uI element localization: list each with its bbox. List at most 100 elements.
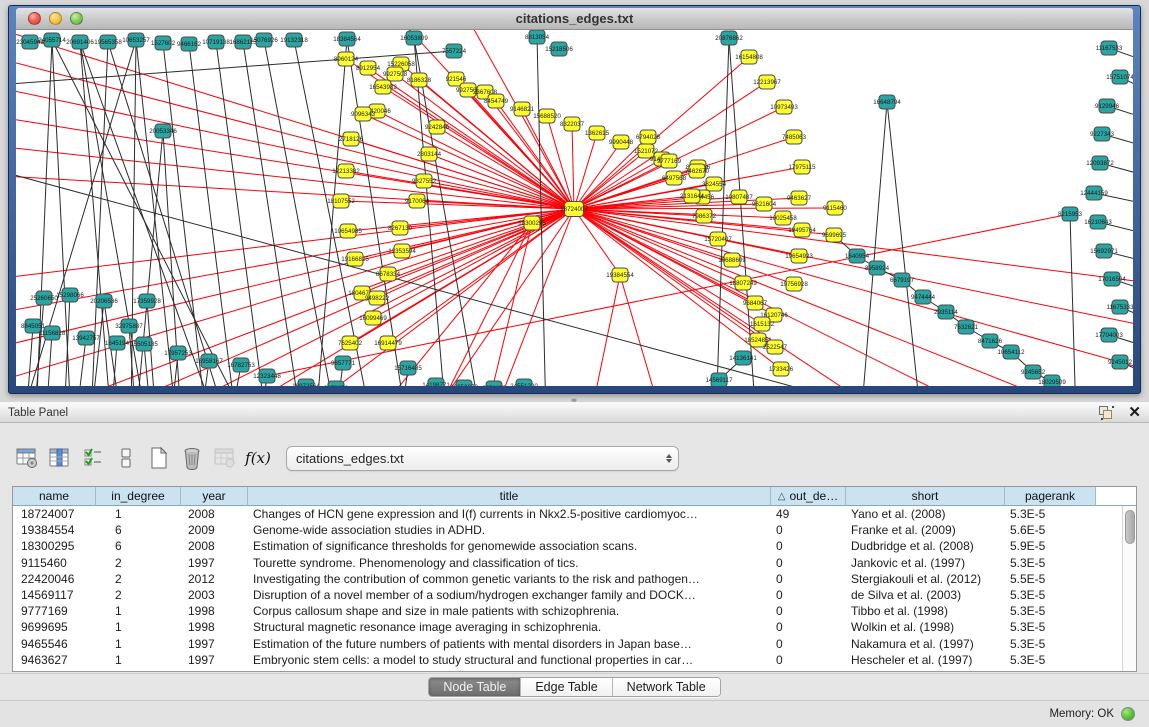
graph-node[interactable]: 12323448 [253, 369, 281, 383]
graph-node[interactable]: 8215953 [1058, 207, 1083, 221]
graph-node[interactable]: 11675333 [1106, 300, 1133, 314]
close-panel-icon[interactable]: ✕ [1128, 406, 1141, 420]
graph-node[interactable]: 20206536 [90, 294, 118, 308]
network-canvas[interactable]: 2304594324055714206914061956535810653257… [16, 30, 1133, 386]
graph-edge[interactable] [1070, 214, 1076, 386]
function-builder-icon[interactable]: f(x) [246, 446, 270, 470]
graph-node[interactable]: 9170063 [405, 194, 430, 208]
graph-edge[interactable] [716, 38, 729, 386]
graph-node[interactable]: 18384564 [333, 32, 361, 46]
table-row[interactable]: 946362711997Embryonic stem cells: a mode… [13, 652, 1136, 668]
graph-node[interactable]: 16210643 [1084, 215, 1112, 229]
table-mode-icon[interactable] [15, 446, 39, 470]
new-table-icon[interactable] [147, 446, 171, 470]
graph-node[interactable]: 17359928 [133, 294, 161, 308]
graph-node[interactable]: 9227343 [1090, 127, 1115, 141]
column-header-name[interactable]: name [13, 487, 96, 506]
graph-node[interactable]: 1527602 [151, 36, 176, 50]
graph-node[interactable]: 10654985 [334, 224, 362, 238]
float-panel-icon[interactable] [1099, 406, 1114, 420]
table-row[interactable]: 946554611997Estimation of the future num… [13, 636, 1136, 652]
graph-node[interactable]: 7986372 [692, 209, 717, 223]
graph-node[interactable]: 10688609 [718, 253, 746, 267]
table-row[interactable]: 1938455462009Genome-wide association stu… [13, 522, 1136, 538]
column-header-out_de[interactable]: △out_de… [771, 487, 846, 506]
graph-node[interactable]: 16914479 [374, 336, 402, 350]
graph-node[interactable]: 9699695 [822, 228, 847, 242]
graph-node[interactable]: 9152156 [324, 381, 349, 386]
graph-edge[interactable] [388, 209, 574, 343]
graph-node[interactable]: 18972564 [292, 379, 320, 386]
graph-edge[interactable] [363, 114, 574, 209]
tab-node-table[interactable]: Node Table [429, 678, 521, 696]
select-columns-icon[interactable] [81, 446, 105, 470]
graph-node[interactable]: 16543982 [369, 80, 397, 94]
scrollbar-thumb[interactable] [1125, 510, 1135, 544]
tab-edge-table[interactable]: Edge Table [521, 678, 612, 696]
graph-node[interactable]: 8186328 [407, 73, 432, 87]
graph-edge[interactable] [861, 102, 887, 386]
graph-node[interactable]: 8912954 [356, 61, 381, 75]
graph-edge[interactable] [216, 42, 266, 386]
graph-node[interactable]: 19565358 [94, 35, 122, 49]
graph-node[interactable]: 10025458 [769, 211, 797, 225]
graph-node[interactable]: 9990448 [609, 135, 634, 149]
graph-node[interactable]: 7557224 [442, 44, 467, 58]
graph-node[interactable]: 9146821 [510, 102, 535, 116]
graph-node[interactable]: 14569117 [705, 373, 733, 386]
graph-node[interactable]: 17016504 [1098, 272, 1126, 286]
graph-node[interactable]: 19756928 [780, 277, 808, 291]
graph-node[interactable]: 9115460 [823, 201, 847, 215]
graph-node[interactable]: 9857771 [331, 356, 356, 370]
graph-edge[interactable] [16, 55, 574, 209]
graph-edge[interactable] [377, 111, 574, 209]
graph-node[interactable]: 1362615 [585, 126, 610, 140]
graph-edge[interactable] [243, 42, 301, 386]
tab-network-table[interactable]: Network Table [613, 678, 720, 696]
graph-node[interactable]: 11167533 [1096, 41, 1123, 55]
graph-node[interactable]: 10719138 [202, 35, 230, 49]
graph-node[interactable]: 2935114 [934, 305, 958, 319]
graph-node[interactable]: 16782753 [227, 358, 255, 372]
graph-edge[interactable] [26, 326, 33, 386]
graph-node[interactable]: 2522547 [763, 340, 788, 354]
graph-node[interactable]: 16648794 [873, 95, 901, 109]
graph-node[interactable]: 19384554 [606, 268, 634, 282]
column-header-year[interactable]: year [181, 487, 248, 506]
graph-edge[interactable] [316, 39, 347, 386]
graph-node[interactable]: 8267130 [388, 221, 413, 235]
graph-node[interactable]: 16053809 [400, 31, 428, 45]
graph-node[interactable]: 9129946 [1095, 99, 1120, 113]
column-header-in_degree[interactable]: in_degree [96, 487, 181, 506]
table-row[interactable]: 1872400712008Changes of HCN gene express… [13, 506, 1136, 522]
zoom-window-button[interactable] [70, 12, 83, 25]
graph-node[interactable]: 9684067 [743, 296, 768, 310]
column-header-pagerank[interactable]: pagerank [1005, 487, 1096, 506]
graph-node[interactable]: 15505135 [130, 337, 158, 351]
table-selector-dropdown[interactable]: citations_edges.txt [286, 446, 679, 471]
minimize-window-button[interactable] [49, 12, 62, 25]
new-column-icon[interactable] [114, 446, 138, 470]
graph-node[interactable]: 19495764 [788, 223, 816, 237]
graph-node[interactable]: 14136141 [729, 351, 757, 365]
graph-node[interactable]: 9245012 [1108, 355, 1133, 369]
graph-node[interactable]: 1645194 [105, 336, 130, 350]
import-table-icon[interactable] [213, 446, 237, 470]
graph-node[interactable]: 32975887 [115, 319, 143, 333]
graph-node[interactable]: 1733426 [769, 362, 794, 376]
graph-node[interactable]: 12444159 [1080, 186, 1108, 200]
graph-edge[interactable] [16, 30, 574, 209]
close-window-button[interactable] [28, 12, 41, 25]
graph-edge[interactable] [414, 38, 446, 386]
graph-node[interactable]: 8454749 [484, 94, 509, 108]
graph-node[interactable]: 7485063 [782, 130, 807, 144]
graph-node[interactable]: 14198771 [422, 378, 450, 386]
graph-node[interactable]: 9851162 [482, 381, 506, 386]
graph-node[interactable]: 12213967 [753, 75, 781, 89]
graph-node[interactable]: 9466162 [177, 37, 202, 51]
graph-node[interactable]: 2803144 [417, 147, 442, 161]
window-titlebar[interactable]: citations_edges.txt [16, 8, 1133, 30]
graph-edge[interactable] [46, 333, 52, 386]
graph-node[interactable]: 8960124 [334, 52, 359, 66]
graph-node[interactable]: 17704003 [1095, 328, 1123, 342]
